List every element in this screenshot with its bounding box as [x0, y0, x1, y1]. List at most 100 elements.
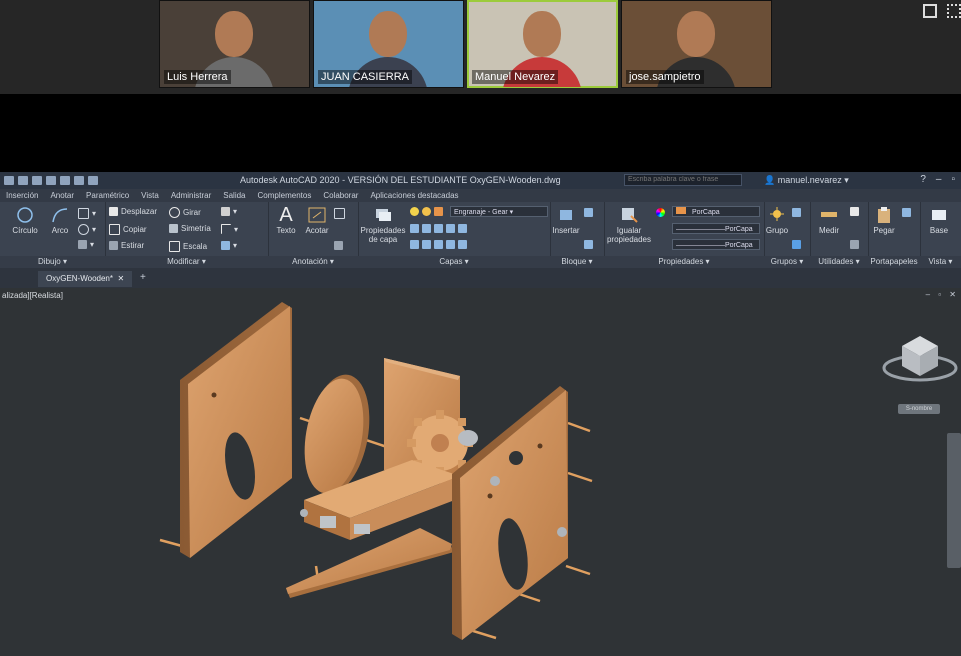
hatch-tool[interactable]: ▾: [78, 224, 96, 235]
panel-bloque-label[interactable]: Bloque ▾: [550, 256, 604, 268]
utility-tools[interactable]: [850, 207, 859, 216]
lineweight-dropdown[interactable]: ———————PorCapa: [672, 239, 760, 250]
copy-tool[interactable]: Copiar: [109, 224, 147, 235]
panel-utilidades-label[interactable]: Utilidades ▾: [810, 256, 868, 268]
ribbon-tab[interactable]: Inserción: [0, 191, 44, 200]
block-edit-tools[interactable]: [584, 240, 593, 249]
color-dropdown[interactable]: PorCapa: [672, 206, 760, 217]
panel-propiedades-label[interactable]: Propiedades ▾: [604, 256, 764, 268]
ribbon-tab[interactable]: Anotar: [44, 191, 80, 200]
array-tool[interactable]: ▾: [221, 241, 237, 250]
gallery-view-icon[interactable]: [923, 4, 937, 18]
layer-dropdown[interactable]: Engranaje - Gear ▾: [450, 206, 548, 217]
linetype-dropdown[interactable]: ———————PorCapa: [672, 223, 760, 234]
help-icon[interactable]: ?: [920, 174, 926, 185]
panel-grupos-label[interactable]: Grupos ▾: [764, 256, 810, 268]
save-icon[interactable]: [32, 176, 42, 185]
stretch-icon: [109, 241, 118, 250]
arc-icon: [52, 208, 68, 223]
layer-tools-row3[interactable]: [410, 240, 467, 249]
text-icon: A: [279, 204, 293, 226]
rectangle-icon: [78, 208, 89, 219]
ribbon-tab[interactable]: Paramétrico: [80, 191, 135, 200]
participant-tile[interactable]: jose.sampietro: [621, 0, 772, 88]
fillet-tool[interactable]: ▾: [221, 224, 238, 234]
navigation-bar[interactable]: [947, 433, 961, 568]
base-view-tool[interactable]: Base: [924, 206, 954, 235]
drawing-viewport[interactable]: alizada][Realista] – ▫ ✕ S-nombre: [0, 288, 961, 656]
user-account[interactable]: 👤 manuel.nevarez ▾: [764, 175, 849, 186]
meeting-bar: Luis Herrera JUAN CASIERRA Manuel Nevare…: [0, 0, 961, 94]
close-icon[interactable]: ✕: [117, 274, 124, 283]
layer-state-icon: [410, 224, 419, 233]
panel-capas-label[interactable]: Capas ▾: [358, 256, 550, 268]
ribbon-tab[interactable]: Vista: [135, 191, 165, 200]
arc-tool[interactable]: Arco: [46, 206, 74, 235]
new-tab-icon[interactable]: +: [140, 272, 146, 283]
layer-properties-tool[interactable]: Propiedades de capa: [360, 206, 406, 244]
leader-tool[interactable]: [334, 208, 345, 219]
undo-icon[interactable]: [74, 176, 84, 185]
block-tools[interactable]: [584, 208, 593, 217]
ribbon-tab[interactable]: Complementos: [252, 191, 318, 200]
scale-tool[interactable]: Escala: [169, 241, 207, 252]
group-tool[interactable]: Grupo: [764, 206, 790, 235]
base-view-icon: [932, 210, 946, 220]
viewcube-menu[interactable]: S-nombre: [898, 404, 940, 414]
participant-tile[interactable]: JUAN CASIERRA: [313, 0, 464, 88]
group-select-tool[interactable]: [792, 240, 801, 249]
ribbon-tab[interactable]: Aplicaciones destacadas: [364, 191, 464, 200]
stretch-tool[interactable]: Estirar: [109, 241, 144, 250]
copy-clip-tool[interactable]: [902, 208, 911, 217]
mirror-tool[interactable]: Simetría: [169, 224, 211, 233]
panel-portapapeles-label[interactable]: Portapapeles: [868, 256, 920, 268]
layer-tools-row2[interactable]: [410, 224, 467, 233]
open-file-icon[interactable]: [18, 176, 28, 185]
table-annot-tool[interactable]: [334, 241, 343, 250]
participant-tile-active-speaker[interactable]: Manuel Nevarez: [467, 0, 618, 88]
match-properties-tool[interactable]: Igualar propiedades: [606, 206, 652, 244]
restore-icon[interactable]: ▫: [951, 174, 955, 185]
group-edit-tools[interactable]: [792, 208, 801, 217]
minimize-icon[interactable]: –: [936, 174, 942, 185]
panel-dibujo-label[interactable]: Dibujo ▾: [0, 256, 105, 268]
group-select-icon: [792, 240, 801, 249]
sun-icon: [422, 207, 431, 216]
color-wheel-icon[interactable]: [656, 208, 665, 217]
ribbon-tab[interactable]: Colaborar: [317, 191, 364, 200]
search-input[interactable]: [624, 174, 742, 186]
copy-icon: [109, 224, 120, 235]
redo-icon[interactable]: [88, 176, 98, 185]
dimension-tool[interactable]: Acotar: [302, 206, 332, 235]
layer-walk-icon: [434, 240, 443, 249]
viewcube[interactable]: [882, 336, 958, 382]
paste-tool[interactable]: Pegar: [870, 206, 898, 235]
panel-vista-label[interactable]: Vista ▾: [920, 256, 961, 268]
calculator-tool[interactable]: [850, 240, 859, 249]
trim-tool[interactable]: ▾: [221, 207, 237, 216]
model-3d-exploded-view[interactable]: [0, 288, 961, 656]
panel-modificar-label[interactable]: Modificar ▾: [105, 256, 268, 268]
participant-tile[interactable]: Luis Herrera: [159, 0, 310, 88]
measure-tool[interactable]: Medir: [814, 206, 844, 235]
table-tool[interactable]: ▾: [78, 240, 94, 249]
new-file-icon[interactable]: [4, 176, 14, 185]
save-as-icon[interactable]: [46, 176, 56, 185]
calculator-icon: [850, 240, 859, 249]
document-tab[interactable]: OxyGEN-Wooden* ✕: [38, 271, 133, 287]
text-tool[interactable]: A Texto: [272, 204, 300, 235]
print-icon[interactable]: [60, 176, 70, 185]
ribbon-tab[interactable]: Salida: [217, 191, 251, 200]
layer-tools[interactable]: [410, 207, 443, 216]
fullscreen-icon[interactable]: [947, 4, 961, 18]
circle-tool[interactable]: Círculo: [10, 206, 40, 235]
panel-anotacion-label[interactable]: Anotación ▾: [268, 256, 358, 268]
rotate-tool[interactable]: Girar: [169, 207, 201, 218]
participant-face: [215, 11, 253, 57]
measure-label: Medir: [818, 226, 839, 235]
paste-label: Pegar: [873, 226, 895, 235]
move-tool[interactable]: Desplazar: [109, 207, 157, 216]
ribbon-tab[interactable]: Administrar: [165, 191, 217, 200]
rectangle-tool[interactable]: ▾: [78, 208, 96, 219]
insert-block-tool[interactable]: Insertar: [552, 206, 580, 235]
